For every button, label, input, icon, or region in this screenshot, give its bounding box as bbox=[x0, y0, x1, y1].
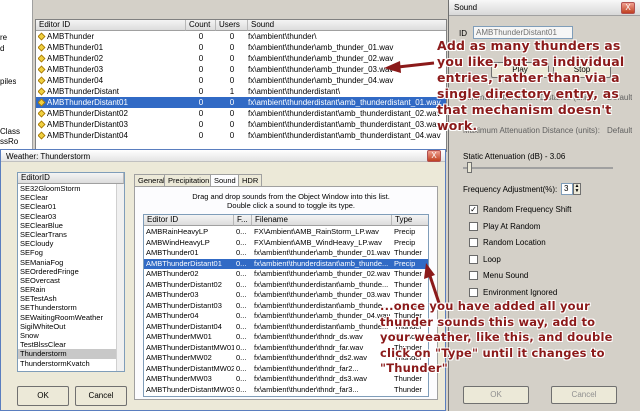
annotation-top: Add as many thunders as you like, but as… bbox=[437, 38, 640, 134]
annotation-line: your weather, like this, and double bbox=[380, 330, 613, 345]
annotation-bottom: ...once you have added all your thunder … bbox=[380, 299, 640, 377]
annotation-line: "Thunder" bbox=[380, 361, 448, 376]
annotation-line: ...once you have added all your bbox=[380, 299, 591, 313]
arrow-bottom-head bbox=[424, 263, 435, 279]
annotation-line: click on "Type" until it changes to bbox=[380, 345, 605, 360]
arrow-top-line bbox=[397, 61, 435, 69]
annotation-line: that mechanism doesn't bbox=[437, 102, 612, 117]
arrow-top-head bbox=[384, 61, 401, 73]
annotation-line: work. bbox=[437, 118, 478, 133]
annotation-line: Add as many thunders as bbox=[437, 38, 621, 53]
annotation-line: you like, but as individual bbox=[437, 54, 625, 69]
annotation-line: entries, rather than via a bbox=[437, 70, 620, 85]
annotation-line: single directory entry, as bbox=[437, 86, 620, 101]
annotation-line: thunder sounds this way, add to bbox=[380, 314, 596, 329]
